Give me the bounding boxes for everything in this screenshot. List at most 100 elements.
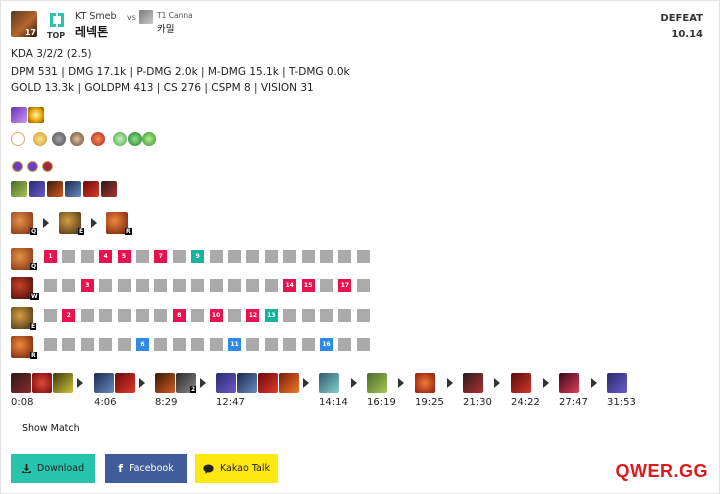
skill-level-empty-cell <box>154 279 168 292</box>
skill-level-empty-cell <box>209 279 223 292</box>
skill-level-empty-cell <box>356 279 370 292</box>
skill-level-empty-cell <box>264 250 278 263</box>
skill-level-cell: 10 <box>209 309 223 322</box>
facebook-icon: f <box>118 462 124 475</box>
skill-level-empty-cell <box>136 309 149 322</box>
item-cleaver-icon <box>237 373 257 393</box>
brand-logo: QWER.GG <box>615 461 708 481</box>
timeline-time: 24:22 <box>511 397 540 408</box>
skill-key-label: R <box>125 228 132 235</box>
skill-level-empty-cell <box>228 250 241 263</box>
patch-version: 10.14 <box>671 29 703 40</box>
item-sword-icon <box>559 373 579 393</box>
timeline-time: 19:25 <box>415 397 444 408</box>
team-logo-icon <box>50 13 64 27</box>
skill-level-empty-cell <box>62 250 76 263</box>
skill-level-empty-cell <box>228 309 241 322</box>
kda-line: KDA 3/2/2 (2.5) <box>11 48 92 60</box>
summoner-flash-icon <box>28 107 44 123</box>
skill-level-empty-cell <box>228 279 241 292</box>
skill-level-empty-cell <box>44 338 57 351</box>
match-result: DEFEAT <box>660 13 703 24</box>
skill-level-cell: 6 <box>136 338 149 351</box>
download-icon <box>21 464 31 473</box>
skill-level-empty-cell <box>80 250 94 263</box>
show-match-button[interactable]: Show Match <box>22 423 80 434</box>
skill-level-empty-cell <box>283 338 297 351</box>
kakao-share-button[interactable]: Kakao Talk <box>195 454 278 483</box>
skill-level-cell: 2 <box>62 309 76 322</box>
item-long-sword-icon <box>94 373 114 393</box>
rune-grasp-icon <box>11 132 25 146</box>
facebook-label: Facebook <box>129 463 174 474</box>
skill-level-cell: 5 <box>117 250 131 263</box>
versus-label: vs <box>127 13 136 22</box>
skill-level-cell: 9 <box>191 250 205 263</box>
item-cleaver-icon <box>65 181 81 197</box>
skill-level-empty-cell <box>246 279 260 292</box>
skill-level-empty-cell <box>356 309 370 322</box>
item-crystal-icon <box>415 373 435 393</box>
skill-level-empty-cell <box>246 338 260 351</box>
arrow-right-icon <box>43 218 49 228</box>
skill-level-empty-cell <box>356 338 370 351</box>
champion-level: 17 <box>24 28 36 37</box>
item-ruby-icon <box>115 373 135 393</box>
rune-demolish-icon <box>33 132 47 146</box>
skill-level-cell: 17 <box>338 279 352 292</box>
skill-key-label: W <box>30 293 39 300</box>
timeline-time: 8:29 <box>155 397 178 408</box>
skill-level-empty-cell <box>44 279 57 292</box>
arrow-right-icon <box>303 378 309 388</box>
shard-adaptive-icon <box>12 161 23 172</box>
timeline-time: 21:30 <box>463 397 492 408</box>
skill-key-label: E <box>30 323 37 330</box>
opponent-team: T1 Canna <box>157 11 193 20</box>
shard-adaptive-icon <box>27 161 38 172</box>
skill-level-empty-cell <box>338 338 352 351</box>
skill-level-empty-cell <box>209 338 223 351</box>
timeline-time: 12:47 <box>216 397 245 408</box>
skill-level-empty-cell <box>80 338 94 351</box>
skill-level-cell: 14 <box>283 279 297 292</box>
skill-level-empty-cell <box>264 338 278 351</box>
item-sword-icon <box>607 373 627 393</box>
damage-line: DPM 531 | DMG 17.1k | P-DMG 2.0k | M-DMG… <box>11 66 350 78</box>
role-label: TOP <box>47 31 66 40</box>
player-champion: 레넥톤 <box>75 25 109 39</box>
skill-level-empty-cell <box>117 309 131 322</box>
skill-level-empty-cell <box>338 250 352 263</box>
arrow-right-icon <box>139 378 145 388</box>
item-boots-icon <box>319 373 339 393</box>
item-ruby-icon <box>258 373 278 393</box>
skill-level-empty-cell <box>99 338 113 351</box>
arrow-right-icon <box>200 378 206 388</box>
skill-level-empty-cell <box>283 250 297 263</box>
timeline-time: 27:47 <box>559 397 588 408</box>
item-dagger-icon <box>511 373 531 393</box>
skill-level-empty-cell <box>117 279 131 292</box>
skill-level-empty-cell <box>246 250 260 263</box>
skill-level-empty-cell <box>301 309 315 322</box>
skill-level-empty-cell <box>320 309 333 322</box>
item-hydra-icon <box>279 373 299 393</box>
arrow-right-icon <box>447 378 453 388</box>
skill-level-cell: 15 <box>301 279 315 292</box>
skill-level-empty-cell <box>154 338 168 351</box>
download-button[interactable]: Download <box>11 454 95 483</box>
skill-level-cell: 1 <box>44 250 57 263</box>
arrow-right-icon <box>77 378 83 388</box>
summoner-teleport-icon <box>11 107 27 123</box>
skill-level-empty-cell <box>136 250 149 263</box>
skill-level-cell: 7 <box>154 250 168 263</box>
skill-level-cell: 13 <box>264 309 278 322</box>
item-sword-icon <box>216 373 236 393</box>
skill-level-cell: 16 <box>320 338 333 351</box>
opponent-champion: 카밀 <box>157 24 175 35</box>
skill-level-empty-cell <box>62 279 76 292</box>
skill-level-empty-cell <box>117 338 131 351</box>
champion-portrait: 17 <box>11 11 37 37</box>
facebook-share-button[interactable]: f Facebook <box>105 454 187 483</box>
skill-key-label: R <box>30 352 37 359</box>
skill-level-empty-cell <box>301 338 315 351</box>
